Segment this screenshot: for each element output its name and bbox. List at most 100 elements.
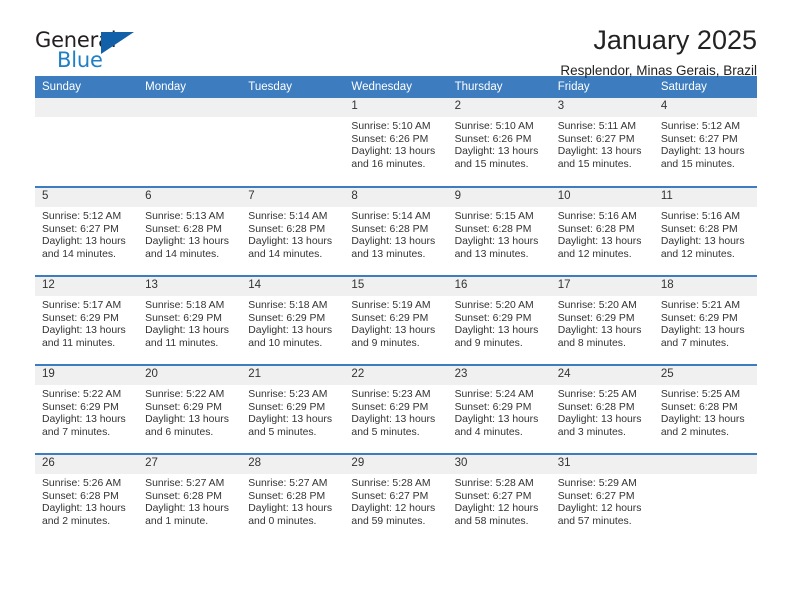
calendar-day-cell[interactable]: 4 Sunrise: 5:12 AM Sunset: 6:27 PM Daylight… (653, 98, 757, 187)
daylight-text-line2: and 2 minutes. (42, 515, 111, 527)
calendar-day-cell[interactable]: 30 Sunrise: 5:28 AM Sunset: 6:27 PM Dayligh… (447, 453, 551, 543)
calendar-week-row: 19 Sunrise: 5:22 AM Sunset: 6:29 PM Dayligh… (35, 364, 757, 454)
daylight-text-line1: Daylight: 13 hours (42, 414, 126, 426)
sunset-text: Sunset: 6:29 PM (660, 312, 738, 324)
sunset-text: Sunset: 6:27 PM (454, 490, 532, 502)
calendar-day-cell[interactable]: 14 Sunrise: 5:18 AM Sunset: 6:29 PM Dayligh… (241, 275, 345, 365)
brand-name-blue: Blue (57, 48, 103, 72)
daylight-text-line2: and 57 minutes. (557, 515, 632, 527)
day-number: 13 (138, 277, 242, 296)
daylight-text-line2: and 12 minutes. (557, 248, 632, 260)
daylight-text-line1: Daylight: 13 hours (145, 325, 229, 337)
daylight-text-line2: and 9 minutes. (351, 337, 420, 349)
calendar-day-cell[interactable]: 23 Sunrise: 5:24 AM Sunset: 6:29 PM Dayligh… (447, 364, 551, 454)
daylight-text-line1: Daylight: 12 hours (351, 503, 436, 515)
sunrise-text: Sunrise: 5:26 AM (42, 478, 122, 489)
sunset-text: Sunset: 6:26 PM (454, 133, 532, 145)
sunset-text: Sunset: 6:29 PM (454, 312, 532, 324)
calendar-day-cell[interactable]: 7 Sunrise: 5:14 AM Sunset: 6:28 PM Daylight… (241, 186, 345, 276)
day-number: 29 (344, 455, 448, 474)
daylight-text-line2: and 2 minutes. (660, 426, 730, 438)
day-details: Sunrise: 5:22 AM Sunset: 6:29 PM Daylight:… (35, 385, 138, 439)
day-details: Sunrise: 5:25 AM Sunset: 6:28 PM Daylight:… (551, 385, 654, 439)
calendar-day-cell[interactable]: 9 Sunrise: 5:15 AM Sunset: 6:28 PM Daylight… (447, 186, 551, 276)
daylight-text-line1: Daylight: 13 hours (42, 503, 126, 515)
calendar-day-cell[interactable]: 27 Sunrise: 5:27 AM Sunset: 6:28 PM Dayligh… (138, 453, 242, 543)
day-number: 14 (241, 277, 345, 296)
calendar-day-cell[interactable]: 18 Sunrise: 5:21 AM Sunset: 6:29 PM Dayligh… (653, 275, 757, 365)
calendar-day-cell[interactable]: 31 Sunrise: 5:29 AM Sunset: 6:27 PM Dayligh… (550, 453, 654, 543)
page-subtitle: Resplendor, Minas Gerais, Brazil (560, 63, 757, 79)
calendar-day-cell[interactable]: 13 Sunrise: 5:18 AM Sunset: 6:29 PM Dayligh… (138, 275, 242, 365)
day-number (241, 98, 345, 117)
calendar-day-cell[interactable]: 21 Sunrise: 5:23 AM Sunset: 6:29 PM Dayligh… (241, 364, 345, 454)
calendar-day-cell[interactable]: 22 Sunrise: 5:23 AM Sunset: 6:29 PM Dayligh… (344, 364, 448, 454)
daylight-text-line1: Daylight: 13 hours (557, 325, 642, 337)
day-number: 23 (447, 366, 551, 385)
sunrise-text: Sunrise: 5:23 AM (351, 389, 431, 400)
daylight-text-line2: and 11 minutes. (145, 337, 219, 349)
calendar-day-cell[interactable]: 3 Sunrise: 5:11 AM Sunset: 6:27 PM Daylight… (550, 98, 654, 187)
calendar-day-cell[interactable]: 20 Sunrise: 5:22 AM Sunset: 6:29 PM Dayligh… (138, 364, 242, 454)
calendar-day-cell[interactable]: 19 Sunrise: 5:22 AM Sunset: 6:29 PM Dayligh… (35, 364, 139, 454)
daylight-text-line2: and 12 minutes. (660, 248, 735, 260)
daylight-text-line1: Daylight: 13 hours (145, 503, 229, 515)
calendar-day-cell[interactable]: 6 Sunrise: 5:13 AM Sunset: 6:28 PM Daylight… (138, 186, 242, 276)
calendar-day-cell[interactable]: 28 Sunrise: 5:27 AM Sunset: 6:28 PM Dayligh… (241, 453, 345, 543)
sunrise-text: Sunrise: 5:29 AM (557, 478, 637, 489)
day-number: 11 (653, 188, 757, 207)
daylight-text-line2: and 15 minutes. (660, 158, 735, 170)
calendar-day-cell[interactable]: 12 Sunrise: 5:17 AM Sunset: 6:29 PM Dayligh… (35, 275, 139, 365)
daylight-text-line2: and 7 minutes. (42, 426, 111, 438)
day-number: 10 (550, 188, 654, 207)
calendar-day-cell[interactable]: 5 Sunrise: 5:12 AM Sunset: 6:27 PM Daylight… (35, 186, 139, 276)
sunrise-text: Sunrise: 5:14 AM (248, 211, 328, 222)
sunset-text: Sunset: 6:28 PM (557, 223, 635, 235)
daylight-text-line1: Daylight: 13 hours (454, 325, 539, 337)
brand-logo[interactable]: General Blue (35, 26, 147, 78)
sunset-text: Sunset: 6:29 PM (351, 312, 429, 324)
day-details: Sunrise: 5:27 AM Sunset: 6:28 PM Daylight:… (241, 474, 344, 528)
calendar-day-cell[interactable]: 8 Sunrise: 5:14 AM Sunset: 6:28 PM Daylight… (344, 186, 448, 276)
day-number: 17 (550, 277, 654, 296)
day-details: Sunrise: 5:25 AM Sunset: 6:28 PM Daylight:… (654, 385, 757, 439)
day-details: Sunrise: 5:23 AM Sunset: 6:29 PM Daylight:… (241, 385, 344, 439)
day-details: Sunrise: 5:15 AM Sunset: 6:28 PM Daylight:… (448, 207, 551, 261)
sunset-text: Sunset: 6:29 PM (351, 401, 429, 413)
day-details: Sunrise: 5:14 AM Sunset: 6:28 PM Daylight:… (344, 207, 447, 261)
sunset-text: Sunset: 6:27 PM (351, 490, 429, 502)
calendar-day-cell[interactable]: 24 Sunrise: 5:25 AM Sunset: 6:28 PM Dayligh… (550, 364, 654, 454)
sunrise-text: Sunrise: 5:13 AM (145, 211, 225, 222)
sunset-text: Sunset: 6:27 PM (42, 223, 119, 235)
calendar-day-cell[interactable]: 2 Sunrise: 5:10 AM Sunset: 6:26 PM Daylight… (447, 98, 551, 187)
calendar-day-cell[interactable]: 17 Sunrise: 5:20 AM Sunset: 6:29 PM Dayligh… (550, 275, 654, 365)
daylight-text-line2: and 7 minutes. (660, 337, 730, 349)
day-details: Sunrise: 5:24 AM Sunset: 6:29 PM Daylight:… (448, 385, 551, 439)
calendar-day-cell[interactable]: 26 Sunrise: 5:26 AM Sunset: 6:28 PM Dayligh… (35, 453, 139, 543)
day-number: 6 (138, 188, 242, 207)
daylight-text-line2: and 15 minutes. (557, 158, 632, 170)
sunrise-text: Sunrise: 5:28 AM (454, 478, 534, 489)
sunset-text: Sunset: 6:28 PM (351, 223, 429, 235)
weekday-header-wednesday: Wednesday (344, 76, 448, 98)
calendar-day-cell[interactable]: 16 Sunrise: 5:20 AM Sunset: 6:29 PM Dayligh… (447, 275, 551, 365)
daylight-text-line2: and 59 minutes. (351, 515, 426, 527)
sunset-text: Sunset: 6:28 PM (42, 490, 119, 502)
daylight-text-line2: and 8 minutes. (557, 337, 626, 349)
calendar-day-cell[interactable]: 11 Sunrise: 5:16 AM Sunset: 6:28 PM Dayligh… (653, 186, 757, 276)
sunrise-text: Sunrise: 5:15 AM (454, 211, 534, 222)
day-details: Sunrise: 5:16 AM Sunset: 6:28 PM Daylight:… (551, 207, 654, 261)
calendar-day-cell[interactable]: 1 Sunrise: 5:10 AM Sunset: 6:26 PM Daylight… (344, 98, 448, 187)
day-number (653, 455, 757, 474)
calendar-day-cell[interactable]: 15 Sunrise: 5:19 AM Sunset: 6:29 PM Dayligh… (344, 275, 448, 365)
day-details: Sunrise: 5:20 AM Sunset: 6:29 PM Daylight:… (551, 296, 654, 350)
day-details: Sunrise: 5:13 AM Sunset: 6:28 PM Daylight:… (138, 207, 241, 261)
day-number: 8 (344, 188, 448, 207)
day-number: 21 (241, 366, 345, 385)
daylight-text-line2: and 13 minutes. (454, 248, 529, 260)
calendar-day-cell[interactable]: 25 Sunrise: 5:25 AM Sunset: 6:28 PM Dayligh… (653, 364, 757, 454)
calendar-day-cell[interactable]: 10 Sunrise: 5:16 AM Sunset: 6:28 PM Dayligh… (550, 186, 654, 276)
calendar-day-cell[interactable]: 29 Sunrise: 5:28 AM Sunset: 6:27 PM Dayligh… (344, 453, 448, 543)
sunset-text: Sunset: 6:28 PM (557, 401, 635, 413)
sunrise-text: Sunrise: 5:16 AM (557, 211, 637, 222)
